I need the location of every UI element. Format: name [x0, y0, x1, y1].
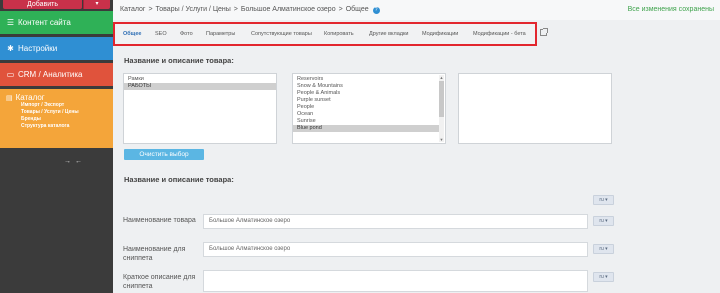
breadcrumb-catalog[interactable]: Каталог [120, 6, 145, 13]
scroll-down-icon[interactable]: ▼ [439, 137, 444, 142]
nav-catalog-label: Каталог [15, 93, 45, 102]
listbox-scrollbar[interactable]: ▲ ▼ [439, 75, 444, 142]
field-label: Наименование товара [123, 217, 196, 224]
add-button-group: Добавить ▾ [0, 0, 113, 11]
list-item[interactable]: Snow & Mountains [293, 83, 445, 90]
language-select[interactable]: ru ▾ [593, 195, 614, 205]
tab-other-tabs[interactable]: Другие вкладки [369, 31, 408, 37]
nav-content-site[interactable]: ☰ Контент сайта [0, 11, 113, 34]
help-icon[interactable]: ? [372, 7, 380, 14]
tab-general[interactable]: Общее [123, 31, 141, 37]
tab-parameters[interactable]: Параметры [206, 31, 235, 37]
list-item[interactable]: Reservoirs [293, 76, 445, 83]
nav-settings-label: Настройки [18, 44, 58, 53]
product-name-input[interactable]: Большое Алматинское озеро [203, 214, 588, 229]
list-item[interactable]: Sunrise [293, 118, 445, 125]
catalog-sub-import-export[interactable]: Импорт / Экспорт [0, 102, 113, 109]
language-select[interactable]: ru ▾ [593, 244, 614, 254]
nav-content-label: Контент сайта [18, 18, 71, 27]
field-label: Наименование для сниппета [123, 246, 186, 262]
list-item[interactable]: Рамки [124, 76, 276, 83]
breadcrumb: Каталог > Товары / Услуги / Цены > Большое А… [120, 6, 380, 14]
catalog-sub-brands[interactable]: Бренды [0, 116, 113, 123]
add-button[interactable]: Добавить [3, 0, 82, 9]
snippet-name-input[interactable]: Большое Алматинское озеро [203, 242, 588, 257]
tab-seo[interactable]: SEO [155, 31, 167, 37]
list-item[interactable]: People [293, 104, 445, 111]
item-listbox[interactable] [458, 73, 612, 144]
nav-crm-label: CRM / Аналитика [18, 70, 83, 79]
save-status: Все изменения сохранены [627, 6, 714, 13]
scroll-thumb[interactable] [439, 81, 444, 117]
sidebar: Добавить ▾ ☰ Контент сайта ✱ Настройки ▭ CR… [0, 0, 113, 293]
album-listbox[interactable]: Reservoirs Snow & Mountains People & Ani… [292, 73, 446, 144]
list-item[interactable]: Ocean [293, 111, 445, 118]
list-item-selected[interactable]: Blue pond [293, 125, 439, 132]
topbar: Каталог > Товары / Услуги / Цены > Большое А… [113, 0, 720, 20]
tab-photo[interactable]: Фото [180, 31, 193, 37]
breadcrumb-products[interactable]: Товары / Услуги / Цены [156, 6, 231, 13]
tab-copy[interactable]: Копировать [324, 31, 354, 37]
nav-settings[interactable]: ✱ Настройки [0, 37, 113, 60]
nav-catalog[interactable]: ▤ Каталог Импорт / Экспорт Товары / Услуг… [0, 89, 113, 148]
section-title: Название и описание товара: [124, 175, 234, 184]
list-item[interactable]: Purple sunset [293, 97, 445, 104]
tab-modifications[interactable]: Модификации [422, 31, 458, 37]
cart-icon: ▭ [6, 70, 15, 79]
add-dropdown-caret[interactable]: ▾ [83, 0, 110, 9]
collapse-sidebar-arrows[interactable]: → ← [64, 158, 83, 165]
snippet-description-textarea[interactable] [203, 270, 588, 292]
nav-crm-analytics[interactable]: ▭ CRM / Аналитика [0, 63, 113, 86]
gear-icon: ✱ [7, 44, 14, 53]
language-select[interactable]: ru ▾ [593, 216, 614, 226]
scroll-up-icon[interactable]: ▲ [439, 75, 444, 80]
folder-icon: ▤ [6, 95, 13, 102]
external-link-icon[interactable] [540, 28, 548, 36]
catalog-sub-structure[interactable]: Структура каталога [0, 123, 113, 130]
section-title: Название и описание товара: [124, 56, 234, 65]
tab-related-products[interactable]: Сопутствующие товары [251, 31, 312, 37]
breadcrumb-product[interactable]: Большое Алматинское озеро [241, 6, 336, 13]
breadcrumb-current: Общее [345, 6, 369, 13]
tab-modifications-beta[interactable]: Модификации - бета [473, 31, 526, 37]
tab-bar: Общее SEO Фото Параметры Сопутствующие т… [113, 22, 537, 46]
list-item[interactable]: People & Animals [293, 90, 445, 97]
language-select[interactable]: ru ▾ [593, 272, 614, 282]
list-item-selected[interactable]: РАБОТЫ [124, 83, 276, 90]
list-icon: ☰ [6, 18, 15, 27]
clear-selection-button[interactable]: Очистить выбор [124, 149, 204, 160]
category-listbox[interactable]: Рамки РАБОТЫ [123, 73, 277, 144]
catalog-sub-products[interactable]: Товары / Услуги / Цены [0, 109, 113, 116]
field-label: Краткое описание для сниппета [123, 274, 196, 290]
